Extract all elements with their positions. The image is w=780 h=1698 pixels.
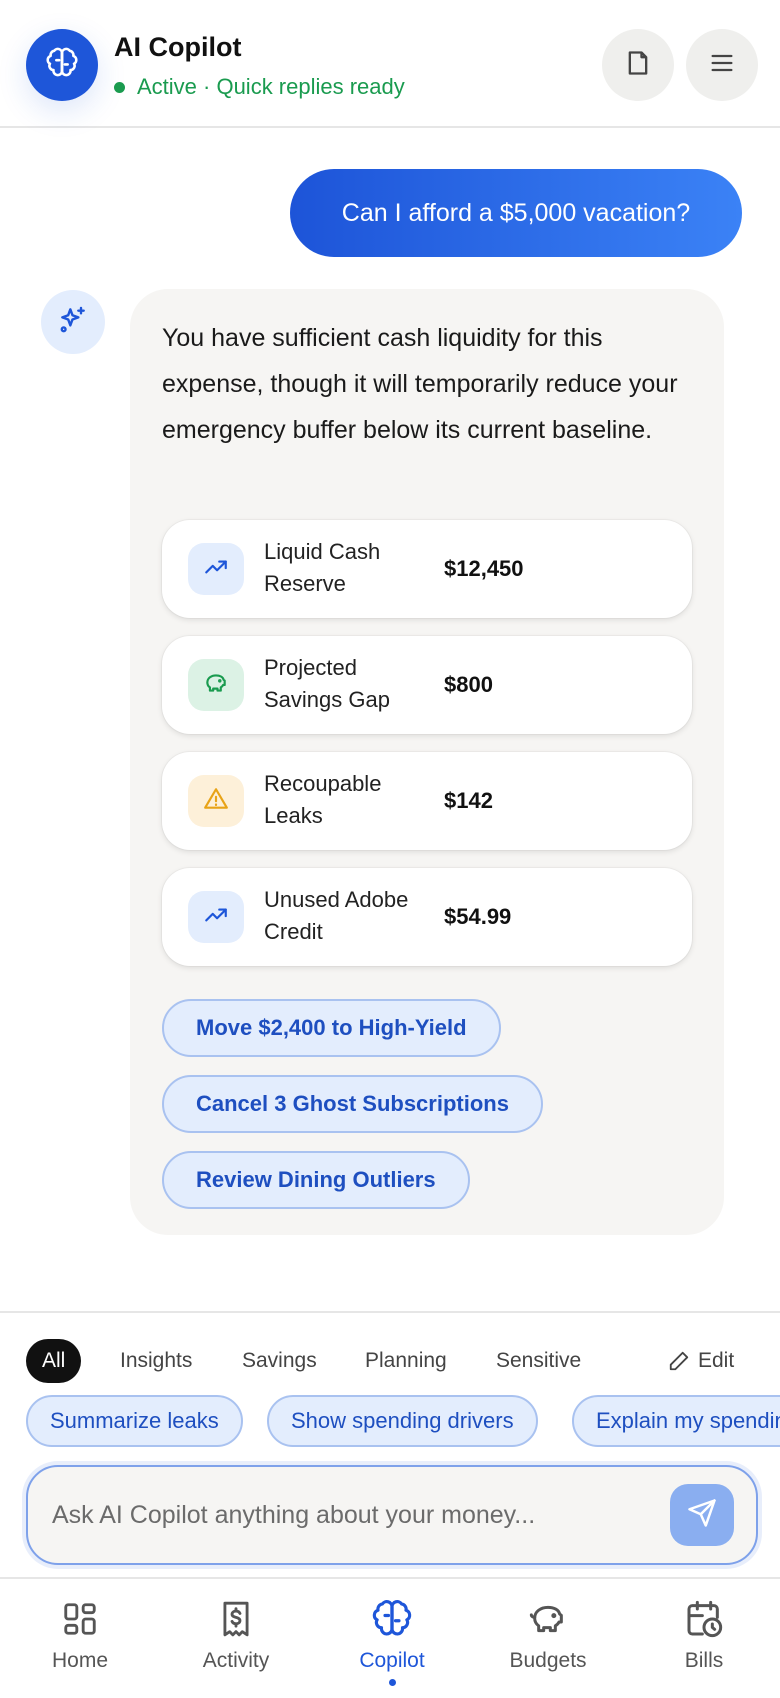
suggestion-chip[interactable]: Explain my spending — [572, 1395, 780, 1447]
nav-item-bills[interactable]: Bills — [626, 1579, 780, 1698]
stat-card-adobe-credit[interactable]: Unused Adobe Credit $54.99 — [162, 868, 692, 966]
chat-input[interactable] — [52, 1467, 672, 1563]
ai-response-bubble: You have sufficient cash liquidity for t… — [130, 289, 724, 1235]
nav-item-copilot[interactable]: Copilot — [314, 1579, 470, 1698]
stat-card-liquid-cash[interactable]: Liquid Cash Reserve $12,450 — [162, 520, 692, 618]
filter-tab-all[interactable]: All — [26, 1339, 82, 1383]
status-text: Active · Quick replies ready — [137, 74, 405, 99]
stat-icon-badge — [188, 775, 244, 827]
nav-label: Activity — [202, 1649, 270, 1672]
active-indicator-dot — [388, 1679, 396, 1686]
warning-icon — [203, 786, 229, 817]
stat-label: Recoupable Leaks — [264, 771, 382, 828]
brain-icon — [45, 46, 79, 85]
note-icon — [624, 49, 652, 82]
piggy-bank-icon — [203, 670, 229, 701]
nav-label: Bills — [684, 1649, 724, 1672]
menu-icon — [708, 49, 736, 82]
nav-item-activity[interactable]: Activity — [158, 1579, 314, 1698]
menu-button[interactable] — [686, 29, 758, 101]
nav-item-home[interactable]: Home — [2, 1579, 158, 1698]
edit-label: Edit — [698, 1349, 735, 1372]
nav-item-budgets[interactable]: Budgets — [470, 1579, 626, 1698]
stat-value: $142 — [444, 788, 493, 813]
status-line: Active · Quick replies ready — [114, 74, 405, 100]
stat-label: Unused Adobe Credit — [264, 887, 409, 944]
send-icon — [687, 1498, 717, 1533]
receipt-icon — [217, 1597, 255, 1641]
calendar-clock-icon — [684, 1597, 724, 1641]
sparkles-icon — [57, 304, 89, 341]
page-title: AI Copilot — [114, 32, 242, 62]
ai-avatar — [41, 290, 105, 354]
app-header: AI Copilot Active · Quick replies ready — [0, 0, 780, 128]
edit-filters-button[interactable]: Edit — [668, 1339, 734, 1383]
ai-message-text: You have sufficient cash liquidity for t… — [162, 324, 678, 444]
nav-label: Home — [51, 1649, 109, 1672]
filter-tab-savings[interactable]: Savings — [226, 1339, 333, 1383]
filter-tab-planning[interactable]: Planning — [349, 1339, 463, 1383]
trend-up-icon — [203, 554, 229, 585]
user-message-bubble: Can I afford a $5,000 vacation? — [290, 169, 742, 257]
stat-label: Liquid Cash Reserve — [264, 539, 381, 596]
piggy-bank-icon — [528, 1597, 568, 1641]
suggestion-chips: Summarize leaks Show spending drivers Ex… — [0, 1395, 780, 1449]
nav-label: Copilot — [359, 1649, 425, 1672]
action-cancel-subscriptions-button[interactable]: Cancel 3 Ghost Subscriptions — [162, 1075, 543, 1133]
nav-label: Budgets — [509, 1649, 587, 1672]
brain-icon — [371, 1597, 413, 1641]
filter-tab-insights[interactable]: Insights — [104, 1339, 208, 1383]
stat-card-savings-gap[interactable]: Projected Savings Gap $800 — [162, 636, 692, 734]
pencil-icon — [668, 1350, 690, 1372]
home-grid-icon — [61, 1597, 99, 1641]
bottom-nav: Home Activity Copilot Budgets Bills — [0, 1577, 780, 1698]
stat-value: $54.99 — [444, 904, 512, 929]
send-button[interactable] — [670, 1484, 734, 1546]
filter-tab-sensitive[interactable]: Sensitive — [480, 1339, 597, 1383]
action-review-dining-button[interactable]: Review Dining Outliers — [162, 1151, 470, 1209]
chat-input-box — [26, 1465, 758, 1565]
stat-card-recoupable-leaks[interactable]: Recoupable Leaks $142 — [162, 752, 692, 850]
suggestion-chip[interactable]: Summarize leaks — [26, 1395, 243, 1447]
copilot-logo — [26, 29, 98, 101]
suggestion-chip[interactable]: Show spending drivers — [267, 1395, 538, 1447]
status-dot — [114, 81, 125, 93]
stat-value: $800 — [444, 672, 493, 697]
stat-icon-badge — [188, 891, 244, 943]
stat-icon-badge — [188, 659, 244, 711]
stat-icon-badge — [188, 543, 244, 595]
notes-button[interactable] — [602, 29, 674, 101]
composer-area: All Insights Savings Planning Sensitive … — [0, 1311, 780, 1577]
stat-label: Projected Savings Gap — [264, 655, 390, 712]
action-move-to-high-yield-button[interactable]: Move $2,400 to High-Yield — [162, 999, 501, 1057]
stat-value: $12,450 — [444, 556, 524, 581]
trend-up-icon — [203, 902, 229, 933]
